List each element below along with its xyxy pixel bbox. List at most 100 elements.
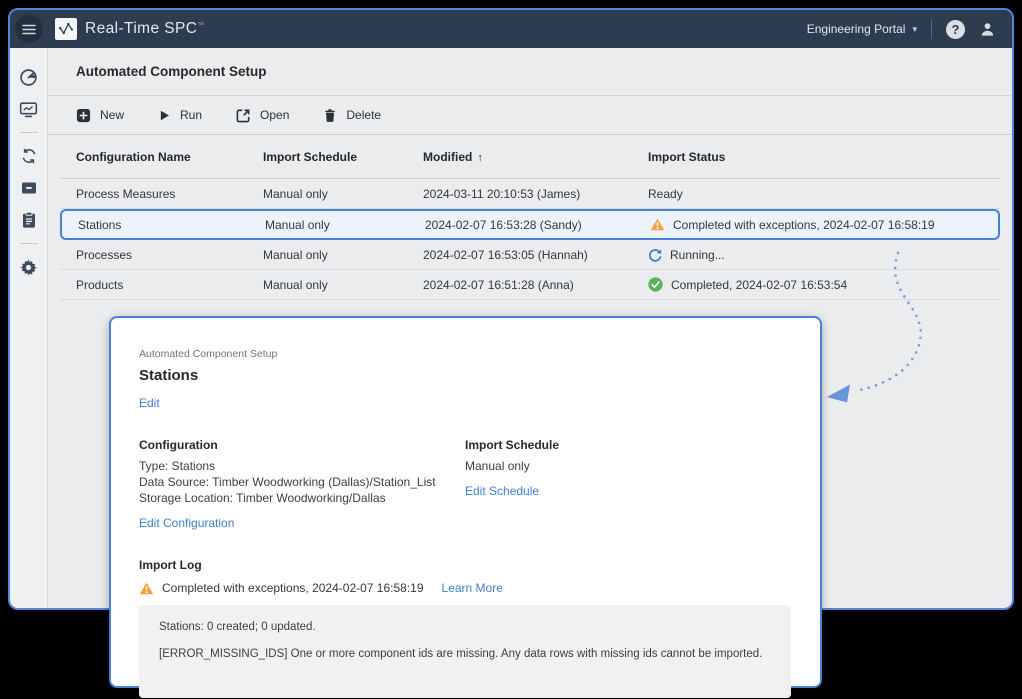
learn-more-link[interactable]: Learn More (442, 581, 503, 595)
log-line-summary: Stations: 0 created; 0 updated. (159, 621, 771, 633)
refresh-icon (648, 248, 662, 262)
cell-modified: 2024-02-07 16:53:28 (Sandy) (425, 218, 650, 232)
sidebar-item-settings[interactable] (16, 254, 42, 280)
screenshot-canvas: Real-Time SPC™ Engineering Portal ▾ ? (0, 0, 1022, 699)
gear-icon (19, 258, 38, 277)
play-icon (158, 109, 171, 122)
trash-icon (323, 108, 337, 123)
import-schedule-section: Import Schedule Manual only Edit Schedul… (465, 438, 559, 532)
configuration-section: Configuration Type: Stations Data Source… (139, 438, 465, 532)
menu-button[interactable] (15, 15, 43, 43)
question-icon: ? (952, 22, 960, 37)
cell-import-status: Running... (648, 248, 1000, 262)
open-button-label: Open (260, 108, 289, 122)
configuration-data-source: Data Source: Timber Woodworking (Dallas)… (139, 474, 465, 490)
sidebar-item-charts[interactable] (16, 96, 42, 122)
cell-modified: 2024-02-07 16:51:28 (Anna) (423, 278, 648, 292)
cell-import-schedule: Manual only (265, 218, 425, 232)
cell-modified: 2024-02-07 16:53:05 (Hannah) (423, 248, 648, 262)
import-log-status: Completed with exceptions, 2024-02-07 16… (139, 581, 790, 595)
clipboard-icon (20, 211, 38, 229)
delete-button[interactable]: Delete (323, 108, 381, 123)
new-button[interactable]: New (76, 108, 124, 123)
sidebar-divider (20, 243, 38, 244)
edit-link[interactable]: Edit (139, 396, 160, 410)
plus-square-icon (76, 108, 91, 123)
import-log-heading: Import Log (139, 558, 790, 572)
configuration-type: Type: Stations (139, 458, 465, 474)
archive-box-icon (20, 179, 38, 197)
column-header-modified[interactable]: Modified↑ (423, 150, 648, 164)
panel-title: Stations (139, 367, 790, 384)
cell-import-schedule: Manual only (263, 248, 423, 262)
cell-import-schedule: Manual only (263, 278, 423, 292)
log-line-error: [ERROR_MISSING_IDS] One or more componen… (159, 648, 771, 660)
column-header-import-schedule[interactable]: Import Schedule (263, 150, 423, 164)
monitor-chart-icon (19, 100, 38, 119)
sidebar-divider (20, 132, 38, 133)
cell-configuration-name: Stations (78, 218, 265, 232)
status-text: Completed, 2024-02-07 16:53:54 (671, 278, 847, 292)
column-header-configuration-name[interactable]: Configuration Name (76, 150, 263, 164)
brand-title: Real-Time SPC™ (85, 20, 205, 38)
warning-triangle-icon (139, 582, 154, 595)
toolbar: New Run Open (48, 96, 1012, 135)
edit-configuration-link[interactable]: Edit Configuration (139, 516, 234, 530)
configuration-storage-location: Storage Location: Timber Woodworking/Dal… (139, 490, 465, 506)
trademark-mark: ™ (197, 22, 204, 29)
page-header: Automated Component Setup (48, 48, 1012, 96)
hamburger-icon (22, 24, 36, 35)
edit-schedule-link[interactable]: Edit Schedule (465, 484, 539, 498)
open-button[interactable]: Open (236, 108, 289, 123)
page-title: Automated Component Setup (76, 64, 267, 79)
cell-import-status: Ready (648, 187, 1000, 201)
status-text: Completed with exceptions, 2024-02-07 16… (673, 218, 935, 232)
status-text: Running... (670, 248, 725, 262)
import-schedule-heading: Import Schedule (465, 438, 559, 452)
portal-label: Engineering Portal (807, 22, 906, 36)
import-log-status-text: Completed with exceptions, 2024-02-07 16… (162, 581, 424, 595)
table-row-stations[interactable]: Stations Manual only 2024-02-07 16:53:28… (60, 209, 1000, 240)
open-external-icon (236, 108, 251, 123)
portal-dropdown[interactable]: Engineering Portal ▾ (807, 22, 917, 36)
run-button-label: Run (180, 108, 202, 122)
import-schedule-value: Manual only (465, 458, 559, 474)
import-log-output: Stations: 0 created; 0 updated. [ERROR_M… (139, 605, 791, 698)
sidebar-item-dashboard[interactable] (16, 64, 42, 90)
check-circle-icon (648, 277, 663, 292)
top-bar: Real-Time SPC™ Engineering Portal ▾ ? (10, 10, 1012, 48)
cell-modified: 2024-03-11 20:10:53 (James) (423, 187, 648, 201)
import-log-section: Import Log Completed with exceptions, 20… (139, 558, 790, 698)
topbar-controls: Engineering Portal ▾ ? (807, 19, 1012, 39)
table-header-row: Configuration Name Import Schedule Modif… (60, 135, 1000, 179)
sort-ascending-icon: ↑ (477, 152, 483, 164)
new-button-label: New (100, 108, 124, 122)
delete-button-label: Delete (346, 108, 381, 122)
help-button[interactable]: ? (946, 20, 965, 39)
panel-columns: Configuration Type: Stations Data Source… (139, 438, 790, 532)
cell-configuration-name: Process Measures (76, 187, 263, 201)
table-row-process-measures[interactable]: Process Measures Manual only 2024-03-11 … (60, 179, 1000, 209)
configuration-heading: Configuration (139, 438, 465, 452)
cell-import-status: Completed with exceptions, 2024-02-07 16… (650, 218, 998, 232)
table-row-processes[interactable]: Processes Manual only 2024-02-07 16:53:0… (60, 240, 1000, 270)
user-button[interactable] (979, 21, 996, 38)
chevron-down-icon: ▾ (912, 24, 917, 35)
cell-configuration-name: Products (76, 278, 263, 292)
table-row-products[interactable]: Products Manual only 2024-02-07 16:51:28… (60, 270, 1000, 300)
stations-detail-panel: Automated Component Setup Stations Edit … (109, 316, 822, 688)
line-chart-logo-icon (57, 20, 75, 38)
topbar-divider (931, 19, 932, 39)
sync-icon (20, 147, 38, 165)
gauge-icon (19, 68, 38, 87)
sidebar-nav (10, 48, 48, 608)
sidebar-item-tasks[interactable] (16, 207, 42, 233)
sidebar-item-sync[interactable] (16, 143, 42, 169)
column-header-import-status[interactable]: Import Status (648, 150, 1000, 164)
app-logo (55, 18, 77, 40)
sidebar-item-storage[interactable] (16, 175, 42, 201)
cell-import-schedule: Manual only (263, 187, 423, 201)
status-text: Ready (648, 187, 683, 201)
warning-triangle-icon (650, 218, 665, 231)
run-button[interactable]: Run (158, 108, 202, 122)
